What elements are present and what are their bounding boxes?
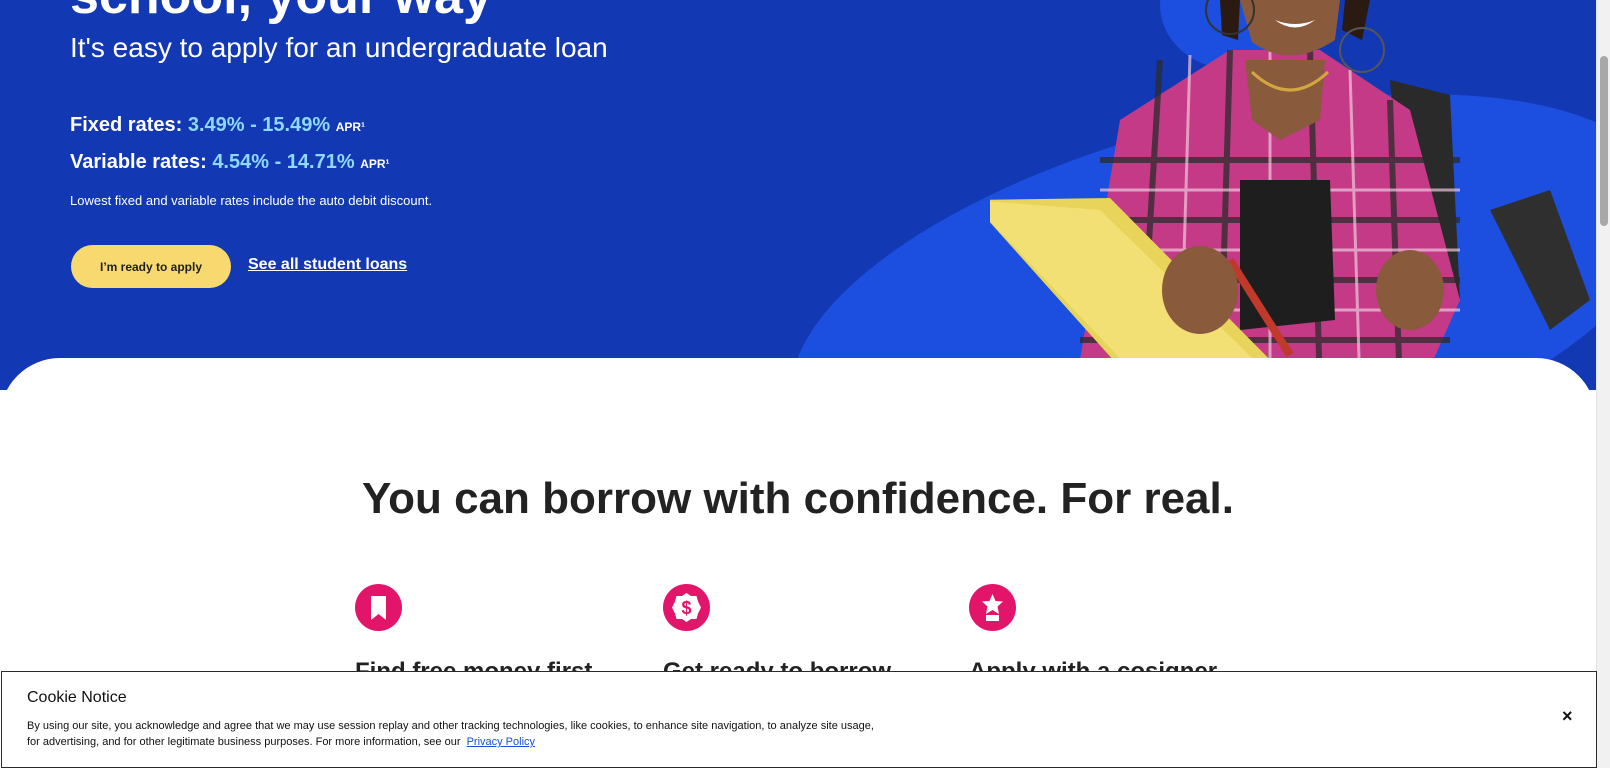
apply-button[interactable]: I’m ready to apply bbox=[71, 245, 231, 288]
privacy-policy-link[interactable]: Privacy Policy bbox=[467, 736, 535, 748]
cookie-notice-text: By using our site, you acknowledge and a… bbox=[27, 718, 877, 750]
variable-rates-label: Variable rates: bbox=[70, 151, 207, 173]
fixed-rates-value: 3.49% - 15.49% bbox=[187, 114, 331, 136]
cookie-notice-title: Cookie Notice bbox=[27, 689, 127, 706]
hero-banner: school, your way It's easy to apply for … bbox=[0, 0, 1596, 390]
section-title: You can borrow with confidence. For real… bbox=[362, 474, 1234, 523]
fixed-rates: Fixed rates: 3.49% - 15.49% APR¹ bbox=[70, 114, 365, 137]
rate-disclaimer: Lowest fixed and variable rates include … bbox=[70, 193, 433, 208]
star-award-icon bbox=[969, 584, 1016, 631]
variable-rates: Variable rates: 4.54% - 14.71% APR¹ bbox=[70, 151, 390, 174]
fixed-rates-label: Fixed rates: bbox=[70, 114, 183, 136]
variable-rates-value: 4.54% - 14.71% bbox=[212, 151, 355, 173]
bookmark-icon bbox=[355, 584, 402, 631]
cookie-notice-banner: Cookie Notice By using our site, you ack… bbox=[1, 671, 1597, 768]
see-all-student-loans-link[interactable]: See all student loans bbox=[248, 256, 407, 274]
fixed-rates-unit: APR¹ bbox=[335, 120, 366, 134]
scrollbar-thumb[interactable] bbox=[1600, 56, 1608, 226]
close-icon[interactable]: × bbox=[1562, 706, 1573, 727]
page-scrollbar[interactable] bbox=[1596, 0, 1610, 768]
variable-rates-unit: APR¹ bbox=[360, 157, 390, 171]
cookie-notice-body: By using our site, you acknowledge and a… bbox=[27, 720, 874, 748]
dollar-badge-icon: $ bbox=[663, 584, 710, 631]
hero-title: school, your way bbox=[70, 0, 492, 26]
student-photo bbox=[990, 0, 1590, 390]
svg-text:$: $ bbox=[681, 598, 691, 618]
hero-subtitle: It's easy to apply for an undergraduate … bbox=[70, 32, 608, 63]
